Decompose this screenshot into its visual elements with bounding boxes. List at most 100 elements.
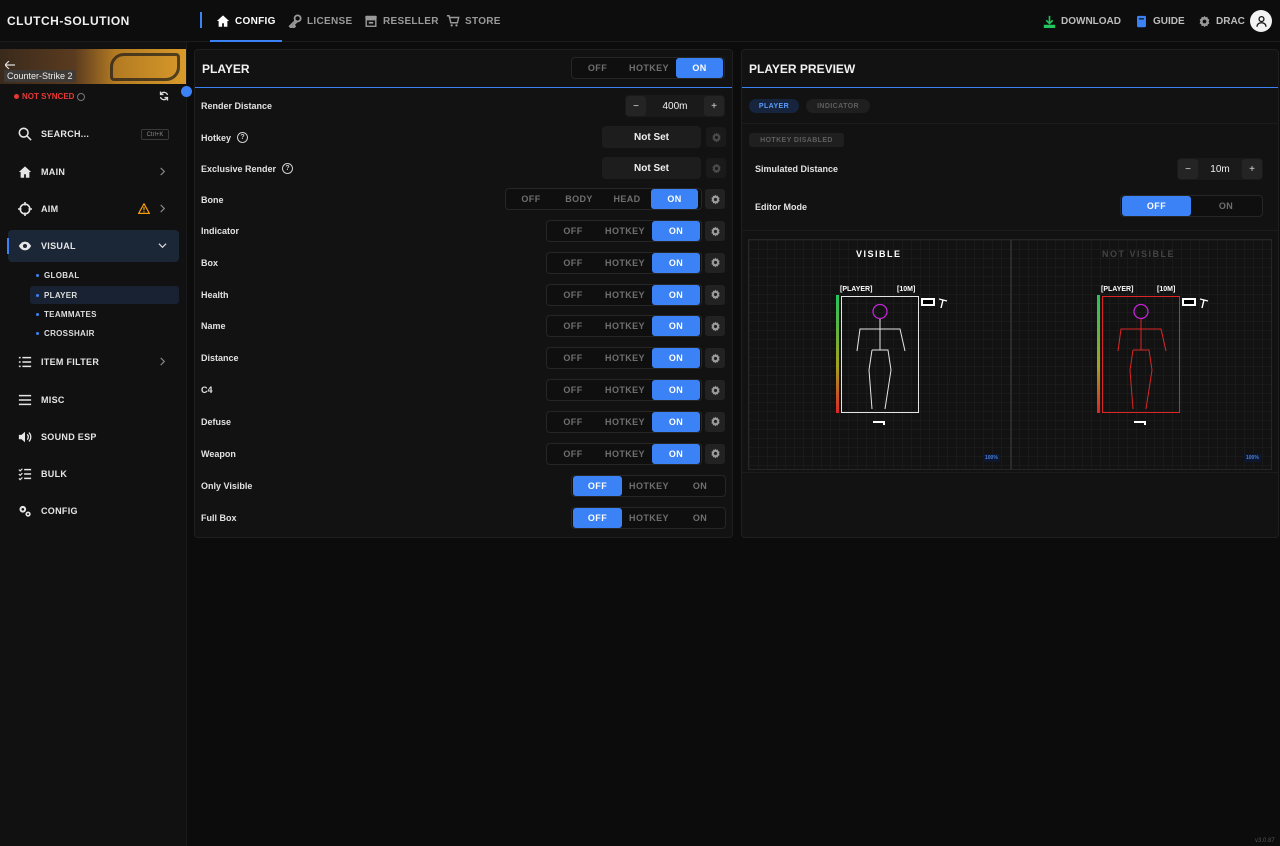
editor-off[interactable]: OFF	[1122, 196, 1191, 216]
sidebar-item-item-filter[interactable]: ITEM FILTER	[8, 346, 179, 378]
toggle-on[interactable]: ON	[676, 58, 723, 78]
toggle-on[interactable]: ON	[676, 476, 724, 496]
toggle-hotkey[interactable]: HOTKEY	[598, 221, 652, 241]
bone-settings-button[interactable]	[705, 189, 725, 209]
feature-settings-button[interactable]	[705, 380, 725, 400]
sidebar-item-aim[interactable]: AIM	[8, 193, 179, 225]
search-icon	[18, 127, 32, 141]
toggle-hotkey[interactable]: HOTKEY	[622, 508, 676, 528]
toggle-off[interactable]: OFF	[573, 58, 622, 78]
feature-settings-button[interactable]	[705, 348, 725, 369]
guide-button[interactable]: GUIDE	[1135, 0, 1185, 42]
render-distance-stepper: − 400m +	[625, 95, 725, 117]
help-icon[interactable]: ?	[237, 132, 249, 143]
toggle-on[interactable]: ON	[652, 252, 700, 273]
sub-label: GLOBAL	[44, 270, 80, 280]
tab-config[interactable]: CONFIG	[210, 0, 282, 42]
user-menu[interactable]: DRAC	[1198, 0, 1245, 42]
toggle-hotkey[interactable]: HOTKEY	[622, 476, 676, 496]
toggle-on[interactable]: ON	[652, 284, 700, 305]
toggle-hotkey[interactable]: HOTKEY	[598, 412, 652, 432]
increment-button[interactable]: +	[1242, 159, 1262, 179]
toggle-hotkey[interactable]: HOTKEY	[598, 316, 652, 336]
hotkey-bind-button[interactable]: Not Set	[602, 126, 701, 148]
game-card[interactable]: Counter-Strike 2	[0, 49, 186, 84]
feature-settings-button[interactable]	[705, 221, 725, 241]
sidebar-sub-global[interactable]: GLOBAL	[30, 266, 179, 284]
help-icon[interactable]: ?	[282, 163, 294, 174]
tab-store[interactable]: STORE	[446, 0, 501, 42]
player-box	[1102, 296, 1180, 413]
chevron-right-icon	[160, 357, 166, 366]
preview-divider	[1010, 240, 1012, 469]
feature-settings-button[interactable]	[705, 411, 725, 432]
toggle-off[interactable]: OFF	[548, 316, 598, 336]
toggle-on[interactable]: ON	[652, 221, 700, 241]
player-name-tag: [PLAYER]	[1101, 286, 1134, 293]
feature-settings-button[interactable]	[705, 316, 725, 337]
menu-icon	[18, 394, 32, 406]
bone-head[interactable]: HEAD	[603, 189, 651, 209]
toggle-off[interactable]: OFF	[548, 412, 598, 432]
feature-settings-button[interactable]	[705, 443, 725, 464]
toggle-on[interactable]: ON	[652, 348, 700, 369]
hotkey-settings-button[interactable]	[706, 127, 726, 147]
weapon-icon	[873, 421, 885, 425]
bone-body[interactable]: BODY	[555, 189, 603, 209]
toggle-off[interactable]: OFF	[548, 444, 598, 464]
decrement-button[interactable]: −	[1178, 159, 1198, 179]
sidebar-item-sound-esp[interactable]: SOUND ESP	[8, 421, 179, 453]
feature-settings-button[interactable]	[705, 252, 725, 273]
editor-on[interactable]: ON	[1191, 196, 1261, 216]
row-label: Distance	[201, 353, 239, 364]
sidebar-item-bulk[interactable]: BULK	[8, 458, 179, 490]
toggle-off[interactable]: OFF	[548, 253, 598, 273]
feature-toggle: OFF HOTKEY ON	[546, 315, 702, 338]
sidebar-item-main[interactable]: MAIN	[8, 156, 179, 188]
refresh-icon[interactable]	[159, 91, 169, 101]
title-underline	[742, 87, 1278, 88]
sidebar-item-misc[interactable]: MISC	[8, 384, 179, 416]
toggle-hotkey[interactable]: HOTKEY	[598, 285, 652, 305]
tab-license[interactable]: LICENSE	[288, 0, 352, 42]
sidebar-sub-teammates[interactable]: TEAMMATES	[30, 305, 179, 323]
exclusive-render-button[interactable]: Not Set	[602, 157, 701, 179]
toggle-hotkey[interactable]: HOTKEY	[622, 58, 676, 78]
sidebar-item-config[interactable]: CONFIG	[8, 495, 179, 527]
pin-icon[interactable]	[181, 86, 192, 97]
toggle-off[interactable]: OFF	[548, 285, 598, 305]
toggle-on[interactable]: ON	[652, 411, 700, 432]
tab-preview-player[interactable]: PLAYER	[749, 99, 799, 113]
toggle-off[interactable]: OFF	[573, 507, 622, 528]
toggle-hotkey[interactable]: HOTKEY	[598, 253, 652, 273]
toggle-on[interactable]: ON	[652, 380, 700, 400]
toggle-off[interactable]: OFF	[548, 380, 598, 400]
sidebar-sub-player[interactable]: PLAYER	[30, 286, 179, 304]
back-arrow-icon	[5, 61, 15, 69]
toggle-on[interactable]: ON	[676, 508, 724, 528]
avatar[interactable]	[1250, 10, 1272, 32]
info-icon[interactable]	[77, 92, 86, 101]
sidebar-sub-crosshair[interactable]: CROSSHAIR	[30, 324, 179, 342]
toggle-hotkey[interactable]: HOTKEY	[598, 348, 652, 368]
toggle-off[interactable]: OFF	[548, 348, 598, 368]
toggle-off[interactable]: OFF	[548, 221, 598, 241]
simulated-distance-value[interactable]: 10m	[1199, 164, 1241, 175]
tab-reseller[interactable]: RESELLER	[364, 0, 439, 42]
render-distance-value[interactable]: 400m	[647, 101, 703, 112]
tab-preview-indicator[interactable]: INDICATOR	[806, 99, 870, 113]
decrement-button[interactable]: −	[626, 96, 646, 116]
toggle-on[interactable]: ON	[652, 443, 700, 464]
bone-on[interactable]: ON	[651, 189, 698, 209]
feature-settings-button[interactable]	[705, 284, 725, 305]
sidebar-item-visual[interactable]: VISUAL	[7, 230, 179, 262]
toggle-on[interactable]: ON	[652, 316, 700, 337]
increment-button[interactable]: +	[704, 96, 724, 116]
toggle-hotkey[interactable]: HOTKEY	[598, 444, 652, 464]
toggle-off[interactable]: OFF	[573, 476, 622, 496]
exclusive-render-settings-button[interactable]	[706, 158, 726, 178]
toggle-hotkey[interactable]: HOTKEY	[598, 380, 652, 400]
download-button[interactable]: DOWNLOAD	[1043, 0, 1121, 42]
bullet	[36, 273, 39, 277]
bone-off[interactable]: OFF	[507, 189, 555, 209]
